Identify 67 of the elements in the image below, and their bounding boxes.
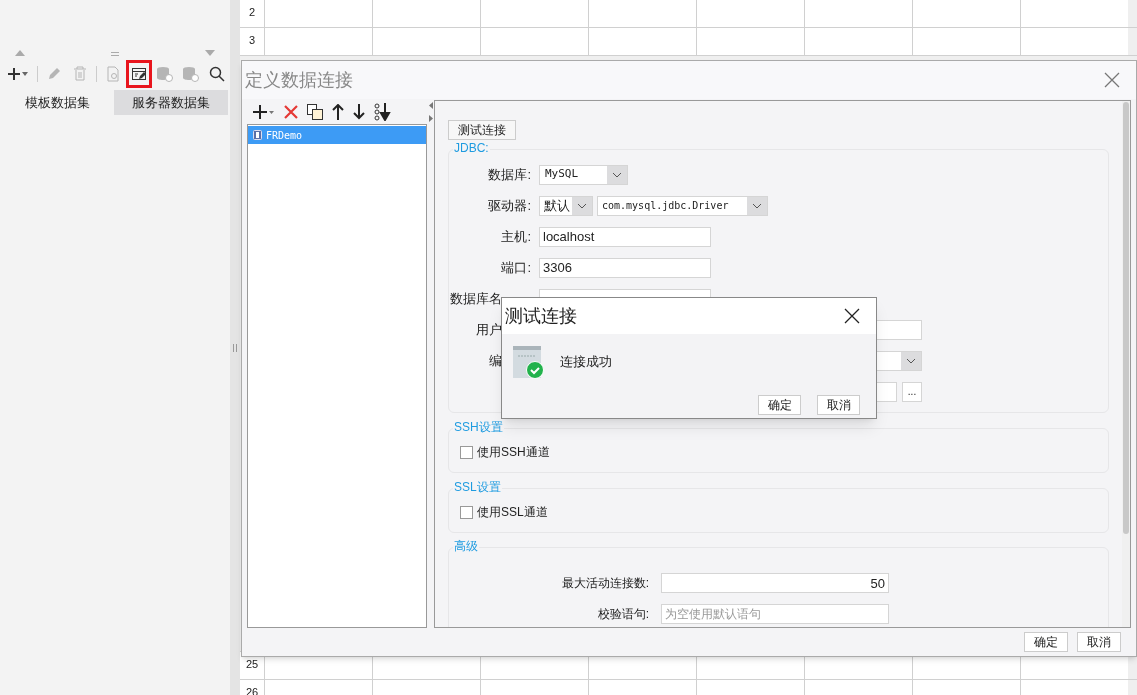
up-arrow-icon[interactable] bbox=[332, 103, 344, 120]
checkbox-label: 使用SSL通道 bbox=[477, 504, 548, 521]
collapse-left-icon[interactable] bbox=[428, 102, 433, 109]
group-title: SSL设置 bbox=[453, 479, 502, 495]
field-label: 编 bbox=[488, 351, 502, 370]
message-title: 测试连接 bbox=[505, 304, 577, 328]
table-cell[interactable] bbox=[588, 28, 696, 55]
message-button[interactable]: 取消 bbox=[817, 395, 860, 415]
checkbox[interactable] bbox=[460, 505, 473, 519]
table-cell[interactable] bbox=[912, 28, 1020, 55]
dialog-button[interactable]: 确定 bbox=[1024, 632, 1068, 652]
field-label: 数据库名 bbox=[450, 289, 502, 308]
add-icon[interactable] bbox=[253, 103, 275, 120]
database-icon bbox=[253, 130, 262, 140]
table-cell[interactable] bbox=[804, 0, 912, 27]
row-number: 2 bbox=[240, 0, 264, 27]
field-label: 主机: bbox=[500, 227, 531, 246]
row-number: 3 bbox=[240, 28, 264, 55]
checkbox-label: 使用SSH通道 bbox=[477, 444, 550, 461]
text-field[interactable]: 3306 bbox=[539, 257, 711, 278]
table-cell[interactable] bbox=[264, 28, 372, 55]
table-cell[interactable] bbox=[1020, 28, 1128, 55]
grip-icon[interactable] bbox=[233, 343, 237, 352]
table-cell[interactable] bbox=[912, 0, 1020, 27]
sort-icon[interactable] bbox=[374, 102, 392, 121]
dialog-button[interactable]: 取消 bbox=[1077, 632, 1121, 652]
panel-tab[interactable]: 服务器数据集 bbox=[114, 90, 228, 115]
delete-icon[interactable] bbox=[284, 104, 298, 119]
dialog-title: 定义数据连接 bbox=[245, 68, 353, 92]
field-label: 校验语句: bbox=[596, 605, 649, 623]
copy-icon[interactable] bbox=[307, 103, 323, 120]
connection-icon[interactable] bbox=[126, 59, 152, 88]
text-field[interactable]: 为空使用默认语句 bbox=[661, 603, 889, 624]
collapse-down-icon[interactable] bbox=[205, 50, 215, 56]
table-cell[interactable] bbox=[264, 0, 372, 27]
message-button[interactable]: 确定 bbox=[758, 395, 801, 415]
table-cell[interactable] bbox=[588, 0, 696, 27]
checkbox[interactable] bbox=[460, 445, 473, 459]
success-icon bbox=[513, 345, 544, 379]
text-field[interactable]: localhost bbox=[539, 226, 711, 247]
table-cell[interactable] bbox=[480, 0, 588, 27]
table-cell[interactable] bbox=[372, 0, 480, 27]
table-cell[interactable] bbox=[480, 28, 588, 55]
table-cell[interactable] bbox=[804, 28, 912, 55]
browse-button[interactable]: ... bbox=[902, 381, 922, 402]
field-label: 驱动器: bbox=[487, 196, 531, 215]
down-arrow-icon[interactable] bbox=[353, 103, 365, 120]
close-icon[interactable] bbox=[844, 308, 860, 324]
message-text: 连接成功 bbox=[560, 353, 612, 372]
field-label: 端口: bbox=[500, 258, 531, 277]
table-cell[interactable] bbox=[1020, 0, 1128, 27]
number-field[interactable]: 50 bbox=[661, 572, 889, 593]
field-label: 数据库: bbox=[487, 165, 531, 184]
drag-handle-icon[interactable] bbox=[111, 52, 119, 56]
table-cell[interactable] bbox=[372, 28, 480, 55]
expand-right-icon[interactable] bbox=[428, 115, 433, 122]
database-select[interactable]: MySQL bbox=[539, 164, 628, 185]
driver-select[interactable]: com.mysql.jdbc.Driver bbox=[597, 195, 768, 216]
test-connection-button[interactable]: 测试连接 bbox=[448, 120, 516, 140]
group-title: SSH设置 bbox=[453, 419, 504, 435]
field-label: 用户 bbox=[475, 320, 502, 339]
table-cell[interactable] bbox=[696, 28, 804, 55]
driver-mode-select[interactable]: 默认 bbox=[539, 195, 593, 216]
field-label: 最大活动连接数: bbox=[560, 574, 649, 592]
table-cell[interactable] bbox=[696, 0, 804, 27]
collapse-up-icon[interactable] bbox=[15, 50, 25, 56]
group-title: 高级 bbox=[453, 538, 479, 554]
